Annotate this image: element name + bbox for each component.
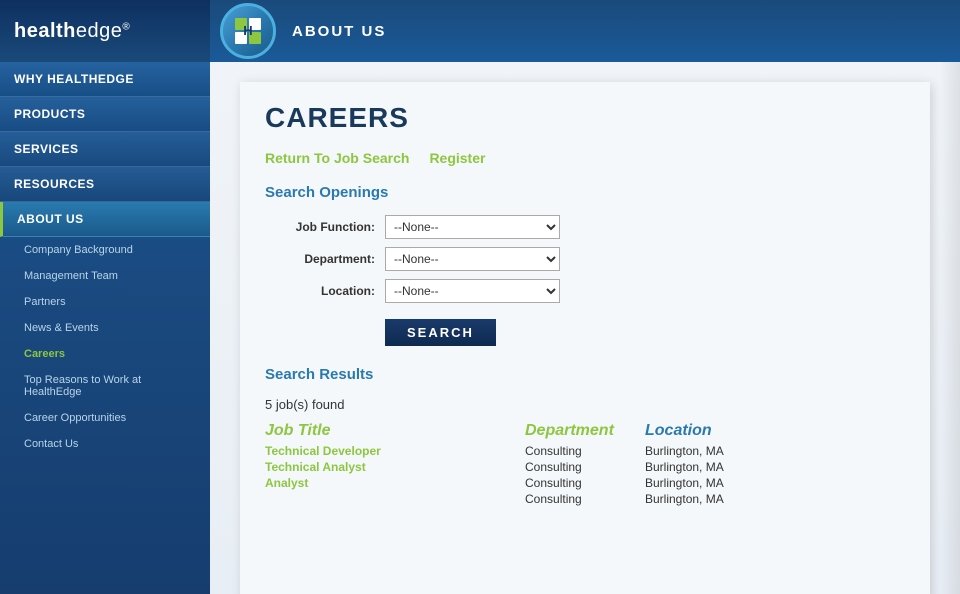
table-row: Consulting Burlington, MA	[265, 492, 905, 506]
search-button-row: SEARCH	[265, 311, 905, 346]
location-row: Location: --None--	[265, 279, 905, 303]
sidebar-sub-career-opp[interactable]: Career Opportunities	[0, 405, 210, 431]
sidebar-item-services[interactable]: Services	[0, 132, 210, 167]
table-row: Technical Developer Consulting Burlingto…	[265, 444, 905, 458]
search-form: Job Function: --None-- Department: --Non…	[265, 215, 905, 346]
logo: healthedge®	[14, 20, 130, 43]
sidebar-sub-news[interactable]: News & Events	[0, 315, 210, 341]
action-links: Return To Job Search Register	[265, 150, 905, 166]
header-logo-circle: H	[220, 3, 276, 59]
header-nav-title: ABOUT US	[292, 23, 386, 40]
row-4-loc: Burlington, MA	[645, 492, 785, 506]
top-header: healthedge® H ABOUT US	[0, 0, 960, 62]
search-section-title: Search Openings	[265, 184, 905, 201]
content-wrapper: CAREERS Return To Job Search Register Se…	[240, 82, 930, 594]
row-1-title[interactable]: Technical Developer	[265, 444, 525, 458]
row-2-title[interactable]: Technical Analyst	[265, 460, 525, 474]
sidebar-item-about[interactable]: About Us	[0, 202, 210, 237]
col-header-department: Department	[525, 422, 645, 440]
svg-text:H: H	[243, 23, 252, 38]
sidebar-item-why[interactable]: Why HealthEdge	[0, 62, 210, 97]
page-title: CAREERS	[265, 102, 905, 134]
department-select[interactable]: --None--	[385, 247, 560, 271]
row-1-dept: Consulting	[525, 444, 645, 458]
row-1-loc: Burlington, MA	[645, 444, 785, 458]
job-function-label: Job Function:	[265, 220, 375, 234]
results-section: Search Results 5 job(s) found Job Title …	[265, 366, 905, 506]
location-label: Location:	[265, 284, 375, 298]
content-area: CAREERS Return To Job Search Register Se…	[210, 62, 960, 594]
table-row: Technical Analyst Consulting Burlington,…	[265, 460, 905, 474]
department-row: Department: --None--	[265, 247, 905, 271]
row-3-loc: Burlington, MA	[645, 476, 785, 490]
sidebar-item-resources[interactable]: Resources	[0, 167, 210, 202]
sidebar-sub-top-reasons[interactable]: Top Reasons to Work at HealthEdge	[0, 367, 210, 405]
sidebar-sub-partners[interactable]: Partners	[0, 289, 210, 315]
search-button[interactable]: SEARCH	[385, 319, 496, 346]
location-header: Location	[645, 422, 712, 439]
logo-light: edge	[76, 20, 123, 42]
header-nav-area: H ABOUT US	[210, 0, 960, 62]
row-4-dept: Consulting	[525, 492, 645, 506]
register-link[interactable]: Register	[429, 150, 485, 166]
job-function-row: Job Function: --None--	[265, 215, 905, 239]
header-logo-icon: H	[233, 16, 263, 46]
sidebar-sub-company[interactable]: Company Background	[0, 237, 210, 263]
logo-bold: health	[14, 20, 76, 42]
sidebar: Why HealthEdge Products Services Resourc…	[0, 62, 210, 594]
right-shadow	[940, 62, 960, 594]
job-title-header: Job Title	[265, 422, 331, 439]
table-row: Analyst Consulting Burlington, MA	[265, 476, 905, 490]
department-label: Department:	[265, 252, 375, 266]
sidebar-sub-management[interactable]: Management Team	[0, 263, 210, 289]
col-header-location: Location	[645, 422, 785, 440]
row-2-dept: Consulting	[525, 460, 645, 474]
row-3-title[interactable]: Analyst	[265, 476, 525, 490]
results-count: 5 job(s) found	[265, 397, 905, 412]
row-2-loc: Burlington, MA	[645, 460, 785, 474]
main-layout: Why HealthEdge Products Services Resourc…	[0, 62, 960, 594]
return-to-search-link[interactable]: Return To Job Search	[265, 150, 409, 166]
logo-sup: ®	[122, 21, 130, 32]
sidebar-sub-contact[interactable]: Contact Us	[0, 431, 210, 457]
results-section-title: Search Results	[265, 366, 905, 383]
results-header: Job Title Department Location	[265, 422, 905, 440]
job-function-select[interactable]: --None--	[385, 215, 560, 239]
sidebar-item-products[interactable]: Products	[0, 97, 210, 132]
department-header: Department	[525, 422, 614, 439]
sidebar-sub-careers[interactable]: Careers	[0, 341, 210, 367]
row-3-dept: Consulting	[525, 476, 645, 490]
location-select[interactable]: --None--	[385, 279, 560, 303]
logo-area: healthedge®	[0, 0, 210, 62]
col-header-job-title: Job Title	[265, 422, 525, 440]
